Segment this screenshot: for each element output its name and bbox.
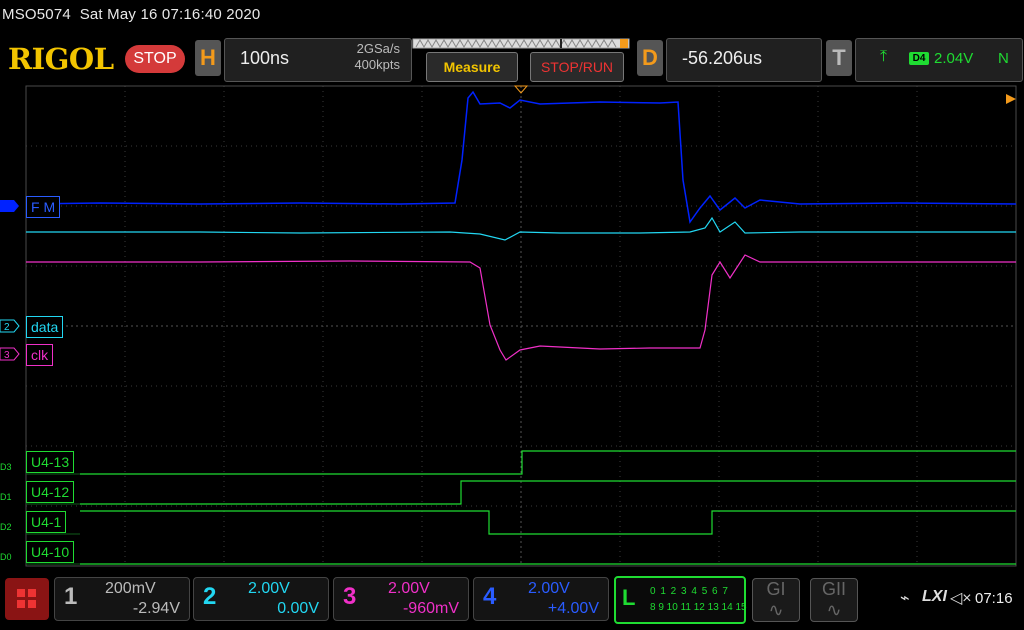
ch1-scale: 200mV [105, 580, 156, 597]
ch2-offset: 0.00V [277, 600, 319, 617]
ch4-scale: 2.00V [528, 580, 570, 597]
sine-wave-icon: ∿ [826, 600, 842, 620]
logic-channels-high: 8 9 10 11 12 13 14 15 [650, 602, 747, 613]
generator1-button[interactable]: GI ∿ [752, 578, 800, 622]
digital-channel-tag: D1 [0, 492, 12, 502]
d2-waveform [80, 510, 1016, 535]
usb-icon: ⌁ [900, 590, 910, 607]
main-menu-button[interactable] [5, 578, 49, 620]
digital-label: U4-10 [26, 541, 75, 563]
ch3-scale: 2.00V [388, 580, 430, 597]
ch2-trace-label: data [26, 316, 64, 338]
ch4-number: 4 [483, 583, 497, 610]
digital-channel-tag: D2 [0, 522, 12, 532]
lxi-icon: LXI [922, 588, 947, 605]
ch3-number: 3 [343, 583, 357, 610]
ch4-offset: +4.00V [547, 600, 599, 617]
digital-label: U4-12 [26, 481, 75, 503]
waveform-display[interactable]: 2 3 [0, 0, 1024, 574]
logic-channels-low: 0 1 2 3 4 5 6 7 [650, 586, 729, 597]
digital-label: U4-1 [26, 511, 67, 533]
d1-waveform [80, 480, 1016, 505]
ch1-offset: -2.94V [132, 600, 180, 617]
clock: 07:16 [975, 590, 1013, 607]
digital-channel-tag: D0 [0, 552, 12, 562]
svg-text:3: 3 [4, 350, 10, 361]
ch4-trace-label: F M [26, 196, 61, 218]
digital-label: U4-13 [26, 451, 75, 473]
logic-key: L [622, 585, 636, 610]
ch3-offset: -960mV [402, 600, 459, 617]
sine-wave-icon: ∿ [768, 600, 784, 620]
ch2-scale: 2.00V [248, 580, 290, 597]
ch2-number: 2 [203, 583, 217, 610]
generator2-button[interactable]: GII ∿ [810, 578, 858, 622]
generator2-label: GII [821, 579, 846, 599]
ch1-number: 1 [64, 583, 78, 610]
ch3-trace-label: clk [26, 344, 54, 366]
speaker-muted-icon[interactable]: ◁× [950, 588, 972, 608]
d3-waveform [80, 450, 1016, 475]
svg-text:2: 2 [4, 322, 10, 333]
digital-channel-tag: D3 [0, 462, 12, 472]
generator1-label: GI [766, 579, 786, 599]
